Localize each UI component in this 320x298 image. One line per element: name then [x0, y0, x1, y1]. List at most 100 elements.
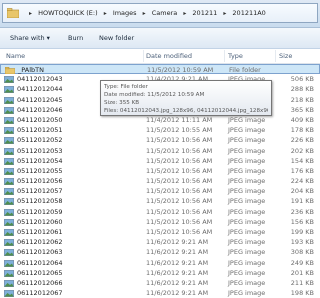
file-type: JPEG image: [228, 177, 266, 186]
list-item[interactable]: 05112012060 11/5/2012 10:56 AM JPEG image 1…: [0, 217, 320, 227]
list-item[interactable]: 05112012056 11/5/2012 10:56 AM JPEG image 2…: [0, 176, 320, 186]
jpeg-image-icon: [4, 269, 14, 277]
new-folder-button[interactable]: New folder: [99, 34, 134, 42]
jpeg-image-icon: [4, 188, 14, 196]
address-field[interactable]: ▸ HOWTOQUICK (E:) ▸ Images ▸ Camera ▸ 20…: [2, 3, 318, 23]
address-bar: ▸ HOWTOQUICK (E:) ▸ Images ▸ Camera ▸ 20…: [0, 0, 320, 28]
list-item[interactable]: 06112012062 11/6/2012 9:21 AM JPEG image 19…: [0, 237, 320, 247]
file-type: JPEG image: [228, 136, 266, 145]
jpeg-image-icon: [4, 137, 14, 145]
file-name: 06112012063: [17, 248, 63, 257]
chevron-right-icon[interactable]: ▸: [29, 10, 32, 17]
column-header-date[interactable]: Date modified: [146, 52, 192, 60]
list-item[interactable]: 06112012065 11/6/2012 9:21 AM JPEG image 20…: [0, 268, 320, 278]
file-date: 11/4/2012 11:11 AM: [146, 115, 213, 124]
file-date: 11/6/2012 9:21 AM: [146, 268, 209, 277]
breadcrumb-201211[interactable]: 201211: [192, 9, 217, 17]
breadcrumb-images[interactable]: Images: [113, 9, 137, 17]
file-date: 11/5/2012 10:56 AM: [146, 156, 213, 165]
file-name: 05112012058: [17, 197, 63, 206]
file-date: 11/6/2012 9:21 AM: [146, 278, 209, 287]
folder-icon: [5, 67, 15, 74]
file-date: 11/5/2012 10:56 AM: [146, 197, 213, 206]
chevron-right-icon[interactable]: ▸: [183, 10, 186, 17]
list-item[interactable]: 05112012058 11/5/2012 10:56 AM JPEG image 1…: [0, 196, 320, 206]
list-item[interactable]: 05112012051 11/5/2012 10:55 AM JPEG image 1…: [0, 125, 320, 135]
column-divider[interactable]: [224, 50, 225, 62]
chevron-right-icon[interactable]: ▸: [223, 10, 226, 17]
jpeg-image-icon: [4, 249, 14, 257]
burn-button[interactable]: Burn: [68, 34, 83, 42]
breadcrumb-drive[interactable]: HOWTOQUICK (E:): [38, 9, 98, 17]
list-item[interactable]: 06112012066 11/6/2012 9:21 AM JPEG image 21…: [0, 278, 320, 288]
jpeg-image-icon: [4, 178, 14, 186]
column-header-name[interactable]: Name: [6, 52, 25, 60]
file-date: 11/6/2012 9:21 AM: [146, 248, 209, 257]
column-divider[interactable]: [143, 50, 144, 62]
file-size: 224 KB: [290, 177, 314, 186]
list-item[interactable]: 05112012059 11/5/2012 10:56 AM JPEG image 2…: [0, 207, 320, 217]
jpeg-image-icon: [4, 147, 14, 155]
file-date: 11/5/2012 10:56 AM: [146, 187, 213, 196]
file-size: 211 KB: [290, 278, 314, 287]
jpeg-image-icon: [4, 239, 14, 247]
list-item[interactable]: 05112012057 11/5/2012 10:56 AM JPEG image 2…: [0, 186, 320, 196]
breadcrumb-camera[interactable]: Camera: [152, 9, 178, 17]
tooltip-size: Size: 355 KB: [104, 100, 140, 106]
file-size: 154 KB: [290, 156, 314, 165]
breadcrumb-201211a0[interactable]: 201211A0: [232, 9, 265, 17]
list-item[interactable]: 06112012063 11/6/2012 9:21 AM JPEG image 30…: [0, 247, 320, 257]
jpeg-image-icon: [4, 106, 14, 114]
column-divider[interactable]: [275, 50, 276, 62]
file-name: 05112012053: [17, 146, 63, 155]
list-item[interactable]: 05112012053 11/5/2012 10:56 AM JPEG image 2…: [0, 146, 320, 156]
folder-icon: [7, 8, 19, 18]
file-name: 05112012056: [17, 177, 63, 186]
file-name: 05112012059: [17, 207, 63, 216]
folder-tooltip: Type: File folder Date modified: 11/5/20…: [100, 80, 272, 116]
column-header-type[interactable]: Type: [228, 52, 243, 60]
file-name: 04112012050: [17, 115, 63, 124]
file-date: 11/5/2012 10:55 AM: [146, 126, 213, 135]
file-type: JPEG image: [228, 146, 266, 155]
file-size: 202 KB: [290, 146, 314, 155]
list-item[interactable]: 06112012067 11/6/2012 9:21 AM JPEG image 19…: [0, 288, 320, 298]
file-name: 04112012046: [17, 105, 63, 114]
jpeg-image-icon: [4, 218, 14, 226]
file-type: JPEG image: [228, 268, 266, 277]
column-header-size[interactable]: Size: [279, 52, 292, 60]
file-size: 288 KB: [290, 85, 314, 94]
file-size: 198 KB: [290, 289, 314, 298]
file-size: 506 KB: [290, 75, 314, 84]
file-name: 06112012067: [17, 289, 63, 298]
jpeg-image-icon: [4, 259, 14, 267]
file-size: 204 KB: [290, 187, 314, 196]
jpeg-image-icon: [4, 96, 14, 104]
file-date: 11/5/2012 10:56 AM: [146, 146, 213, 155]
file-type: JPEG image: [228, 166, 266, 175]
chevron-right-icon[interactable]: ▸: [104, 10, 107, 17]
file-type: JPEG image: [228, 258, 266, 267]
file-name: 04112012043: [17, 75, 63, 84]
list-item[interactable]: 05112012054 11/5/2012 10:56 AM JPEG image 1…: [0, 156, 320, 166]
command-bar: Share with ▾ Burn New folder: [0, 28, 320, 49]
list-item[interactable]: 04112012050 11/4/2012 11:11 AM JPEG image 4…: [0, 115, 320, 125]
file-name: 05112012057: [17, 187, 63, 196]
list-item[interactable]: 05112012052 11/5/2012 10:56 AM JPEG image 2…: [0, 135, 320, 145]
list-item[interactable]: 05112012061 11/5/2012 10:56 AM JPEG image 1…: [0, 227, 320, 237]
list-item[interactable]: _PAlbTN 11/5/2012 10:59 AM File folder: [0, 64, 320, 75]
file-name: 06112012066: [17, 278, 63, 287]
list-item[interactable]: 05112012055 11/5/2012 10:56 AM JPEG image 1…: [0, 166, 320, 176]
share-with-button[interactable]: Share with ▾: [10, 34, 50, 42]
file-name: 06112012064: [17, 258, 63, 267]
chevron-right-icon[interactable]: ▸: [143, 10, 146, 17]
file-type: JPEG image: [228, 228, 266, 236]
file-date: 11/6/2012 9:21 AM: [146, 289, 209, 298]
file-date: 11/5/2012 10:56 AM: [146, 166, 213, 175]
file-size: 308 KB: [290, 248, 314, 257]
file-type: JPEG image: [228, 126, 266, 135]
list-item[interactable]: 06112012064 11/6/2012 9:21 AM JPEG image 24…: [0, 258, 320, 268]
file-name: 05112012054: [17, 156, 63, 165]
file-name: 05112012060: [17, 217, 63, 226]
file-name: 05112012052: [17, 136, 63, 145]
